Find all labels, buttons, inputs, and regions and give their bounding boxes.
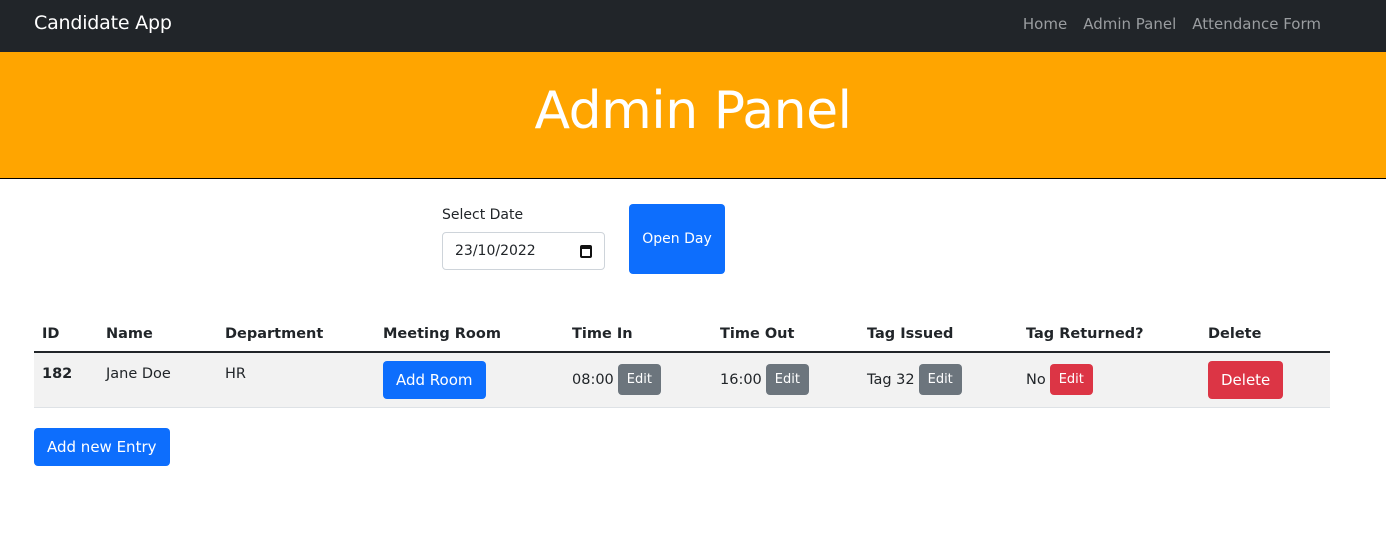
open-day-button[interactable]: Open Day	[629, 204, 725, 274]
cell-time-in: 08:00 Edit	[564, 352, 712, 408]
cell-time-out: 16:00 Edit	[712, 352, 859, 408]
cell-tag-issued: Tag 32 Edit	[859, 352, 1018, 408]
cell-tag-returned: No Edit	[1018, 352, 1200, 408]
brand-link[interactable]: Candidate App	[34, 12, 172, 34]
header-department: Department	[217, 316, 375, 353]
tag-returned-value: No	[1026, 371, 1046, 388]
cell-department: HR	[217, 352, 375, 408]
date-picker-group: Select Date 23/10/2022	[442, 207, 605, 270]
date-label: Select Date	[442, 207, 524, 223]
header-tag-issued: Tag Issued	[859, 316, 1018, 353]
tag-issued-value: Tag 32	[867, 371, 915, 388]
date-input[interactable]: 23/10/2022	[442, 232, 605, 270]
nav-link-attendance-form[interactable]: Attendance Form	[1192, 15, 1321, 33]
edit-tag-returned-button[interactable]: Edit	[1049, 364, 1093, 396]
nav-link-admin-panel[interactable]: Admin Panel	[1083, 15, 1176, 33]
page-title: Admin Panel	[534, 81, 852, 141]
cell-id: 182	[34, 352, 98, 408]
cell-name: Jane Doe	[98, 352, 217, 408]
time-out-value: 16:00	[720, 371, 762, 388]
nav-link-home[interactable]: Home	[1023, 15, 1067, 33]
header-time-in: Time In	[564, 316, 712, 353]
header-delete: Delete	[1200, 316, 1330, 353]
delete-button[interactable]: Delete	[1208, 360, 1284, 399]
header-name: Name	[98, 316, 217, 353]
header-time-out: Time Out	[712, 316, 859, 353]
cell-delete: Delete	[1200, 352, 1330, 408]
header-meeting-room: Meeting Room	[375, 316, 564, 353]
attendance-table: ID Name Department Meeting Room Time In …	[34, 316, 1330, 408]
table-header-row: ID Name Department Meeting Room Time In …	[34, 316, 1330, 353]
time-in-value: 08:00	[572, 371, 614, 388]
nav-links: Home Admin Panel Attendance Form	[1023, 15, 1321, 33]
calendar-icon[interactable]	[580, 244, 592, 258]
add-new-entry-button[interactable]: Add new Entry	[34, 428, 170, 466]
edit-tag-issued-button[interactable]: Edit	[918, 364, 962, 396]
date-value: 23/10/2022	[455, 243, 536, 259]
hero-banner: Admin Panel	[0, 52, 1386, 179]
edit-time-in-button[interactable]: Edit	[617, 364, 661, 396]
edit-time-out-button[interactable]: Edit	[765, 364, 809, 396]
navbar: Candidate App Home Admin Panel Attendanc…	[0, 0, 1386, 52]
cell-meeting-room: Add Room	[375, 352, 564, 408]
add-room-button[interactable]: Add Room	[383, 360, 486, 399]
header-id: ID	[34, 316, 98, 353]
table-row: 182 Jane Doe HR Add Room 08:00 Edit 16:0…	[34, 352, 1330, 408]
header-tag-returned: Tag Returned?	[1018, 316, 1200, 353]
